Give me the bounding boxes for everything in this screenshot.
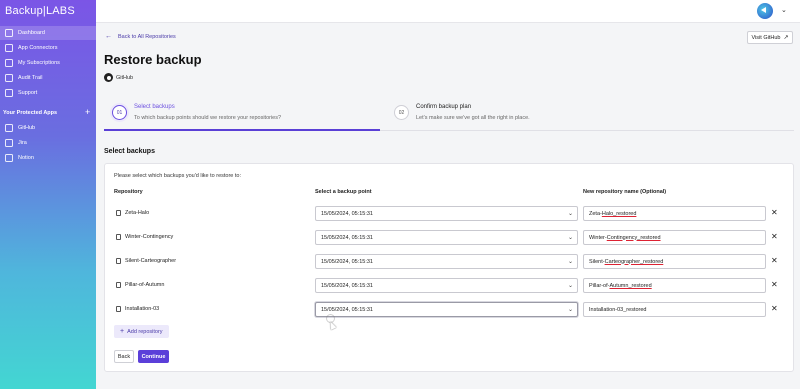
repo-icon [116, 282, 121, 288]
grid-icon [5, 29, 13, 37]
repo-name: Installation-03 [116, 306, 159, 312]
top-bar [96, 0, 800, 23]
table-row: Winter-Contingency 15/05/2024, 05:15:31 ⌄… [105, 230, 795, 246]
visit-github-button[interactable]: Visit GitHub ↗ [747, 31, 793, 44]
chevron-down-icon: ⌄ [567, 259, 573, 265]
jira-icon [5, 139, 13, 147]
remove-row-icon[interactable]: ✕ [771, 256, 778, 265]
stepper: 01 Select backups To which backup points… [104, 97, 794, 131]
back-arrow-icon [761, 7, 766, 13]
external-link-icon: ↗ [783, 35, 789, 41]
column-header-new-name: New repository name (Optional) [583, 189, 667, 195]
sidebar: Backup|LABS Dashboard App Connectors My … [0, 0, 96, 389]
sidebar-item-support[interactable]: Support [0, 86, 96, 100]
card-prompt: Please select which backups you'd like t… [114, 173, 242, 179]
backup-point-select[interactable]: 15/05/2024, 05:15:31 ⌄ [315, 278, 578, 293]
add-app-icon[interactable]: + [85, 107, 90, 117]
column-header-repository: Repository [114, 189, 143, 195]
sidebar-item-audit-trail[interactable]: Audit Trail [0, 71, 96, 85]
repo-name: Winter-Contingency [116, 234, 173, 240]
repo-name: Silent-Carteographer [116, 258, 176, 264]
backup-point-select[interactable]: 15/05/2024, 05:15:31 ⌄ [315, 230, 578, 245]
sidebar-item-notion[interactable]: Notion [0, 151, 96, 165]
remove-row-icon[interactable]: ✕ [771, 304, 778, 313]
chevron-down-icon[interactable]: ⌄ [781, 6, 787, 14]
repo-icon [116, 234, 121, 240]
column-header-backup-point: Select a backup point [315, 189, 372, 195]
back-button[interactable]: Back [114, 350, 134, 363]
repo-name: Zeta-Halo [116, 210, 149, 216]
step-progress-fill [104, 129, 380, 131]
chevron-down-icon: ⌄ [567, 235, 573, 241]
add-repository-button[interactable]: + Add repository [114, 325, 169, 338]
step-confirm-plan[interactable]: 02 Confirm backup plan Let's make sure w… [386, 97, 686, 131]
sidebar-item-app-connectors[interactable]: App Connectors [0, 41, 96, 55]
repo-icon [116, 306, 121, 312]
continue-button[interactable]: Continue [138, 350, 169, 363]
table-row: Pillar-of-Autumn 15/05/2024, 05:15:31 ⌄ P… [105, 278, 795, 294]
new-repo-name-input[interactable]: Pillar-of- Autumn_restored [583, 278, 766, 293]
backup-point-select[interactable]: 15/05/2024, 05:15:31 ⌄ [315, 302, 578, 317]
card-icon [5, 59, 13, 67]
backup-point-select[interactable]: 15/05/2024, 05:15:31 ⌄ [315, 206, 578, 221]
remove-row-icon[interactable]: ✕ [771, 232, 778, 241]
remove-row-icon[interactable]: ✕ [771, 280, 778, 289]
chevron-down-icon: ⌄ [567, 283, 573, 289]
protected-apps-heading: Your Protected Apps [3, 110, 58, 116]
github-icon [5, 124, 13, 132]
plus-icon: + [120, 328, 125, 335]
new-repo-name-input[interactable]: Installation-03_restored [583, 302, 766, 317]
source-label: GitHub [104, 73, 133, 82]
repo-icon [116, 258, 121, 264]
table-row: Installation-03 15/05/2024, 05:15:31 ⌄ In… [105, 302, 795, 318]
table-row: Silent-Carteographer 15/05/2024, 05:15:3… [105, 254, 795, 270]
back-link[interactable]: ← Back to All Repositories [105, 33, 176, 40]
sidebar-item-subscriptions[interactable]: My Subscriptions [0, 56, 96, 70]
notion-icon [5, 154, 13, 162]
chevron-down-icon: ⌄ [567, 211, 573, 217]
page-title: Restore backup [104, 52, 202, 67]
new-repo-name-input[interactable]: Winter- Contingency_restored [583, 230, 766, 245]
app-logo[interactable]: Backup|LABS [5, 5, 75, 17]
list-icon [5, 74, 13, 82]
new-repo-name-input[interactable]: Zeta- Halo_restored [583, 206, 766, 221]
repo-name: Pillar-of-Autumn [116, 282, 164, 288]
plug-icon [5, 44, 13, 52]
github-icon [104, 73, 113, 82]
remove-row-icon[interactable]: ✕ [771, 208, 778, 217]
backup-point-select[interactable]: 15/05/2024, 05:15:31 ⌄ [315, 254, 578, 269]
table-row: Zeta-Halo 15/05/2024, 05:15:31 ⌄ Zeta- Hal… [105, 206, 795, 222]
backup-selection-card: Please select which backups you'd like t… [104, 163, 794, 372]
chevron-down-icon: ⌄ [567, 307, 573, 313]
sidebar-item-dashboard[interactable]: Dashboard [0, 26, 96, 40]
sidebar-item-github[interactable]: GitHub [0, 121, 96, 135]
sidebar-item-jira[interactable]: Jira [0, 136, 96, 150]
arrow-left-icon: ← [105, 33, 112, 40]
step-select-backups[interactable]: 01 Select backups To which backup points… [104, 97, 380, 131]
section-title: Select backups [104, 148, 155, 155]
repo-icon [116, 210, 121, 216]
new-repo-name-input[interactable]: Silent- Carteographer_restored [583, 254, 766, 269]
help-icon [5, 89, 13, 97]
